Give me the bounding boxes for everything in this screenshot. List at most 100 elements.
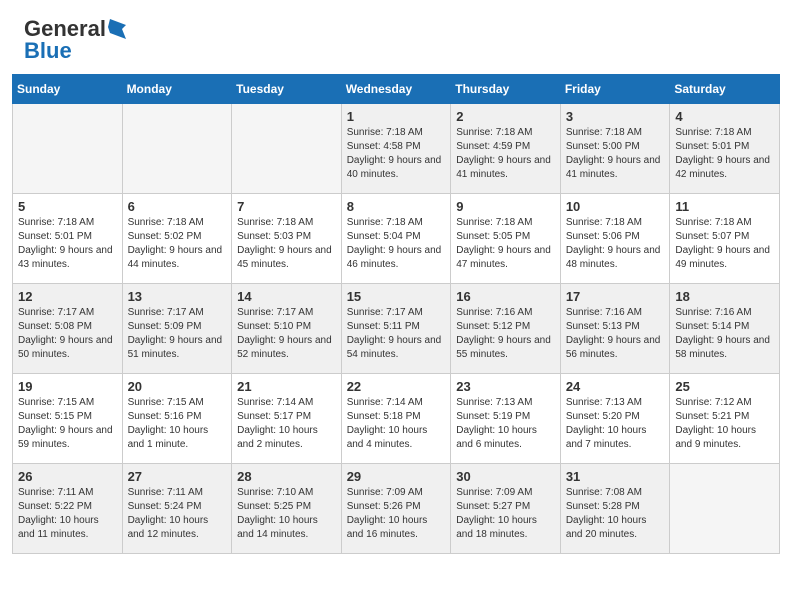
day-info: Sunrise: 7:16 AMSunset: 5:12 PMDaylight:… [456,306,555,362]
calendar-cell: 11 Sunrise: 7:18 AMSunset: 5:07 PMDayligh… [670,194,780,284]
calendar: SundayMondayTuesdayWednesdayThursdayFrid… [0,74,792,566]
day-number: 27 [128,469,227,484]
calendar-cell: 15 Sunrise: 7:17 AMSunset: 5:11 PMDayligh… [341,284,451,374]
day-number: 1 [347,109,446,124]
day-info: Sunrise: 7:16 AMSunset: 5:14 PMDaylight:… [675,306,774,362]
calendar-week-4: 19Sunrise: 7:15 AMSunset: 5:15 PMDayligh… [13,374,780,464]
day-number: 24 [566,379,665,394]
calendar-cell: 16Sunrise: 7:16 AMSunset: 5:12 PMDayligh… [451,284,561,374]
day-info: Sunrise: 7:16 AMSunset: 5:13 PMDaylight:… [566,306,665,362]
calendar-cell: 31 Sunrise: 7:08 AMSunset: 5:28 PMDayligh… [560,464,670,554]
calendar-week-3: 12Sunrise: 7:17 AMSunset: 5:08 PMDayligh… [13,284,780,374]
day-info: Sunrise: 7:13 AMSunset: 5:20 PMDaylight:… [566,396,665,452]
calendar-cell: 12Sunrise: 7:17 AMSunset: 5:08 PMDayligh… [13,284,123,374]
day-info: Sunrise: 7:18 AMSunset: 5:03 PMDaylight:… [237,216,336,272]
calendar-cell: 24 Sunrise: 7:13 AMSunset: 5:20 PMDayligh… [560,374,670,464]
calendar-cell: 7 Sunrise: 7:18 AMSunset: 5:03 PMDaylight… [232,194,342,284]
calendar-cell: 13Sunrise: 7:17 AMSunset: 5:09 PMDayligh… [122,284,232,374]
day-info: Sunrise: 7:09 AMSunset: 5:27 PMDaylight:… [456,486,555,542]
calendar-cell [232,104,342,194]
calendar-cell: 10 Sunrise: 7:18 AMSunset: 5:06 PMDayligh… [560,194,670,284]
calendar-body: 1 Sunrise: 7:18 AMSunset: 4:58 PMDaylight… [13,104,780,554]
calendar-cell: 14 Sunrise: 7:17 AMSunset: 5:10 PMDayligh… [232,284,342,374]
calendar-cell: 25 Sunrise: 7:12 AMSunset: 5:21 PMDayligh… [670,374,780,464]
day-info: Sunrise: 7:18 AMSunset: 5:07 PMDaylight:… [675,216,774,272]
day-info: Sunrise: 7:18 AMSunset: 5:06 PMDaylight:… [566,216,665,272]
calendar-cell: 4 Sunrise: 7:18 AMSunset: 5:01 PMDaylight… [670,104,780,194]
calendar-table: SundayMondayTuesdayWednesdayThursdayFrid… [12,74,780,554]
day-number: 11 [675,199,774,214]
calendar-cell: 21 Sunrise: 7:14 AMSunset: 5:17 PMDayligh… [232,374,342,464]
calendar-cell: 29 Sunrise: 7:09 AMSunset: 5:26 PMDayligh… [341,464,451,554]
day-info: Sunrise: 7:17 AMSunset: 5:10 PMDaylight:… [237,306,336,362]
day-info: Sunrise: 7:14 AMSunset: 5:18 PMDaylight:… [347,396,446,452]
calendar-cell [670,464,780,554]
day-number: 4 [675,109,774,124]
day-number: 18 [675,289,774,304]
day-info: Sunrise: 7:18 AMSunset: 5:04 PMDaylight:… [347,216,446,272]
calendar-cell: 19Sunrise: 7:15 AMSunset: 5:15 PMDayligh… [13,374,123,464]
day-info: Sunrise: 7:18 AMSunset: 5:01 PMDaylight:… [675,126,774,182]
calendar-cell: 23 Sunrise: 7:13 AMSunset: 5:19 PMDayligh… [451,374,561,464]
day-number: 17 [566,289,665,304]
day-info: Sunrise: 7:13 AMSunset: 5:19 PMDaylight:… [456,396,555,452]
day-number: 20 [128,379,227,394]
weekday-header-row: SundayMondayTuesdayWednesdayThursdayFrid… [13,75,780,104]
weekday-header-tuesday: Tuesday [232,75,342,104]
logo-general-text: General [24,18,106,40]
weekday-header-sunday: Sunday [13,75,123,104]
calendar-cell: 26 Sunrise: 7:11 AMSunset: 5:22 PMDayligh… [13,464,123,554]
calendar-cell [122,104,232,194]
day-info: Sunrise: 7:09 AMSunset: 5:26 PMDaylight:… [347,486,446,542]
page-header: General Blue [0,0,792,74]
logo: General Blue [24,18,128,64]
day-info: Sunrise: 7:14 AMSunset: 5:17 PMDaylight:… [237,396,336,452]
day-number: 21 [237,379,336,394]
calendar-cell: 3Sunrise: 7:18 AMSunset: 5:00 PMDaylight… [560,104,670,194]
day-info: Sunrise: 7:11 AMSunset: 5:24 PMDaylight:… [128,486,227,542]
day-number: 23 [456,379,555,394]
logo-bird-icon [108,19,126,39]
calendar-cell: 20 Sunrise: 7:15 AMSunset: 5:16 PMDayligh… [122,374,232,464]
day-number: 19 [18,379,117,394]
day-number: 28 [237,469,336,484]
day-number: 25 [675,379,774,394]
day-number: 12 [18,289,117,304]
day-number: 7 [237,199,336,214]
day-number: 3 [566,109,665,124]
day-info: Sunrise: 7:15 AMSunset: 5:16 PMDaylight:… [128,396,227,452]
calendar-cell: 18 Sunrise: 7:16 AMSunset: 5:14 PMDayligh… [670,284,780,374]
calendar-cell: 30 Sunrise: 7:09 AMSunset: 5:27 PMDayligh… [451,464,561,554]
day-info: Sunrise: 7:12 AMSunset: 5:21 PMDaylight:… [675,396,774,452]
day-number: 10 [566,199,665,214]
day-number: 31 [566,469,665,484]
logo-blue-text: Blue [24,38,128,64]
day-number: 13 [128,289,227,304]
day-info: Sunrise: 7:17 AMSunset: 5:11 PMDaylight:… [347,306,446,362]
day-info: Sunrise: 7:18 AMSunset: 5:02 PMDaylight:… [128,216,227,272]
day-info: Sunrise: 7:08 AMSunset: 5:28 PMDaylight:… [566,486,665,542]
calendar-cell: 6Sunrise: 7:18 AMSunset: 5:02 PMDaylight… [122,194,232,284]
day-number: 29 [347,469,446,484]
calendar-cell: 27 Sunrise: 7:11 AMSunset: 5:24 PMDayligh… [122,464,232,554]
logo-container: General Blue [24,18,128,64]
day-number: 26 [18,469,117,484]
day-info: Sunrise: 7:11 AMSunset: 5:22 PMDaylight:… [18,486,117,542]
calendar-cell: 5Sunrise: 7:18 AMSunset: 5:01 PMDaylight… [13,194,123,284]
calendar-cell: 1 Sunrise: 7:18 AMSunset: 4:58 PMDaylight… [341,104,451,194]
calendar-cell: 9Sunrise: 7:18 AMSunset: 5:05 PMDaylight… [451,194,561,284]
weekday-header-saturday: Saturday [670,75,780,104]
day-number: 15 [347,289,446,304]
day-info: Sunrise: 7:18 AMSunset: 4:58 PMDaylight:… [347,126,446,182]
day-number: 9 [456,199,555,214]
calendar-cell: 17 Sunrise: 7:16 AMSunset: 5:13 PMDayligh… [560,284,670,374]
day-number: 22 [347,379,446,394]
day-number: 8 [347,199,446,214]
weekday-header-wednesday: Wednesday [341,75,451,104]
day-info: Sunrise: 7:18 AMSunset: 5:01 PMDaylight:… [18,216,117,272]
calendar-week-2: 5Sunrise: 7:18 AMSunset: 5:01 PMDaylight… [13,194,780,284]
day-number: 14 [237,289,336,304]
day-number: 30 [456,469,555,484]
calendar-week-5: 26 Sunrise: 7:11 AMSunset: 5:22 PMDayligh… [13,464,780,554]
calendar-cell: 22 Sunrise: 7:14 AMSunset: 5:18 PMDayligh… [341,374,451,464]
